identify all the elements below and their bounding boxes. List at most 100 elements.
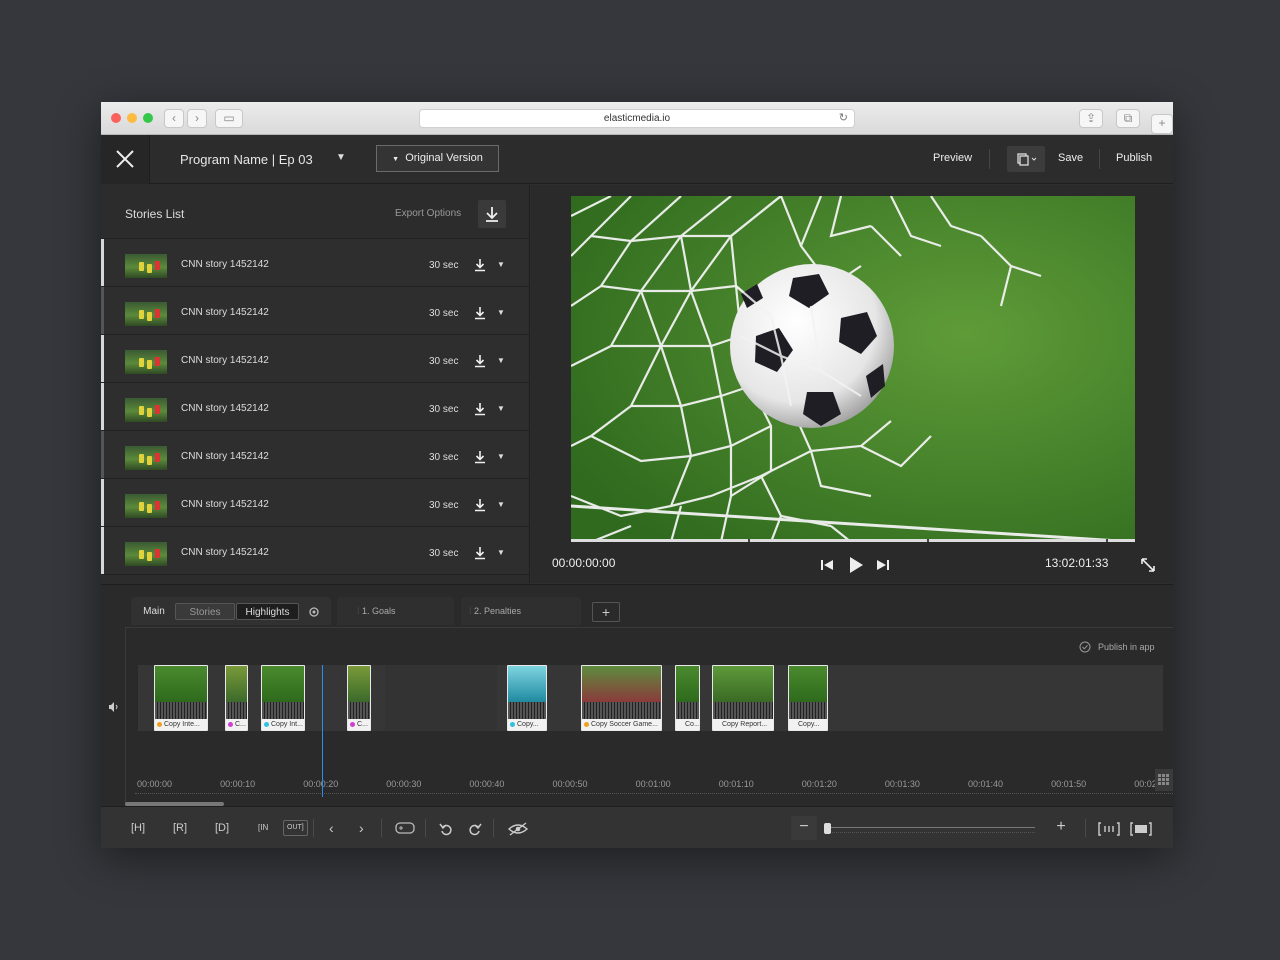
timeline-clip[interactable]: C... (225, 665, 248, 731)
skip-previous-icon[interactable] (820, 558, 834, 572)
publish-in-app-toggle[interactable]: Publish in app (1098, 642, 1155, 652)
close-window-button[interactable] (111, 113, 121, 123)
hotkey-h-button[interactable]: [H] (131, 817, 145, 839)
copy-icon (1017, 153, 1037, 166)
chevron-left-icon[interactable]: ‹ (329, 817, 334, 839)
tab-main[interactable]: Main (139, 603, 169, 620)
settings-icon[interactable] (307, 605, 321, 619)
volume-icon[interactable] (108, 701, 120, 713)
new-tab-icon[interactable]: + (1151, 114, 1173, 134)
back-icon[interactable]: ‹ (164, 109, 184, 128)
story-selection-bar (101, 239, 104, 286)
version-dropdown[interactable]: ▼ Original Version (376, 145, 499, 172)
clip-color-dot (584, 722, 589, 727)
timeline-clip[interactable]: Copy Report... (712, 665, 774, 731)
grid-view-icon[interactable] (1155, 769, 1173, 791)
download-icon[interactable] (473, 546, 487, 560)
undo-icon[interactable] (439, 822, 453, 836)
hotkey-d-button[interactable]: [D] (215, 817, 229, 839)
segment-highlights[interactable]: Highlights (236, 603, 299, 620)
share-icon[interactable]: ⇪ (1079, 109, 1103, 128)
zoom-out-button[interactable]: − (791, 816, 817, 840)
download-icon[interactable] (473, 258, 487, 272)
chevron-down-icon[interactable]: ▼ (336, 152, 346, 163)
story-row[interactable]: CNN story 1452142 30 sec ▼ (101, 335, 529, 383)
timeline-clip[interactable]: Copy Int... (261, 665, 305, 731)
preview-button[interactable]: Preview (933, 152, 972, 164)
address-bar[interactable]: elasticmedia.io ↻ (419, 109, 855, 128)
gamepad-icon[interactable] (395, 821, 415, 835)
story-row[interactable]: CNN story 1452142 30 sec ▼ (101, 239, 529, 287)
tab-goals-label: 1. Goals (362, 606, 396, 616)
story-thumbnail (125, 350, 167, 374)
play-icon[interactable] (847, 556, 865, 574)
reload-icon[interactable]: ↻ (839, 110, 848, 127)
minimize-window-button[interactable] (127, 113, 137, 123)
forward-icon[interactable]: › (187, 109, 207, 128)
story-row[interactable]: CNN story 1452142 30 sec ▼ (101, 383, 529, 431)
timeline-clip[interactable]: Copy... (507, 665, 547, 731)
fullscreen-icon[interactable] (1140, 557, 1156, 573)
zoom-window-button[interactable] (143, 113, 153, 123)
skip-next-icon[interactable] (876, 558, 890, 572)
chevron-down-icon[interactable]: ▼ (497, 404, 505, 413)
clip-label-text: C... (357, 721, 368, 728)
playhead[interactable] (322, 665, 323, 797)
zoom-in-button[interactable]: + (1048, 816, 1074, 840)
hotkey-r-button[interactable]: [R] (173, 817, 187, 839)
download-icon[interactable] (473, 402, 487, 416)
publish-button[interactable]: Publish (1116, 152, 1152, 164)
download-icon[interactable] (473, 354, 487, 368)
chevron-down-icon[interactable]: ▼ (497, 452, 505, 461)
sidebar-toggle-icon[interactable]: ▭ (215, 109, 243, 128)
video-frame[interactable] (571, 196, 1135, 542)
fit-timeline-icon[interactable] (1098, 822, 1120, 836)
timeline-clip[interactable]: Co... (675, 665, 700, 731)
chevron-down-icon[interactable]: ▼ (497, 308, 505, 317)
timeline-clip[interactable]: Copy Soccer Game... (581, 665, 662, 731)
close-editor-button[interactable] (101, 135, 150, 184)
story-row[interactable]: CNN story 1452142 30 sec ▼ (101, 287, 529, 335)
add-tab-button[interactable]: + (592, 602, 620, 622)
export-options-link[interactable]: Export Options (395, 208, 461, 219)
story-row[interactable]: CNN story 1452142 30 sec ▼ (101, 431, 529, 479)
mark-out-button[interactable]: OUT] (283, 820, 308, 836)
timeline-clip[interactable]: Copy Inte... (154, 665, 208, 731)
timeline-clip[interactable]: C... (347, 665, 371, 731)
tabs-icon[interactable]: ⧉ (1116, 109, 1140, 128)
save-button[interactable]: Save (1058, 152, 1083, 164)
story-duration: 30 sec (429, 452, 459, 463)
download-icon[interactable] (473, 450, 487, 464)
hide-icon[interactable] (507, 822, 529, 836)
redo-icon[interactable] (468, 822, 482, 836)
copy-menu-button[interactable] (1007, 146, 1045, 172)
story-duration: 30 sec (429, 260, 459, 271)
expand-timeline-icon[interactable] (1130, 822, 1152, 836)
tab-goals[interactable]: ⁞ 1. Goals (337, 597, 454, 625)
clip-label: C... (348, 719, 370, 730)
tab-penalties[interactable]: ⁞ 2. Penalties (461, 597, 581, 625)
export-download-button[interactable] (478, 200, 506, 228)
chevron-down-icon[interactable]: ▼ (497, 260, 505, 269)
time-ruler[interactable] (135, 793, 1173, 799)
timeline-clip[interactable]: Copy... (788, 665, 828, 731)
ruler-tick-label: 00:00:00 (137, 779, 173, 789)
story-row[interactable]: CNN story 1452142 30 sec ▼ (101, 527, 529, 575)
drag-handle-icon: ⁞ (469, 606, 472, 616)
browser-window: ‹ › ▭ elasticmedia.io ↻ ⇪ ⧉ + Program Na… (101, 102, 1173, 848)
check-circle-icon[interactable] (1079, 641, 1091, 653)
clip-label-text: Copy... (517, 721, 539, 728)
segment-stories[interactable]: Stories (175, 603, 235, 620)
download-icon[interactable] (473, 306, 487, 320)
chevron-down-icon[interactable]: ▼ (497, 500, 505, 509)
zoom-slider-track[interactable] (827, 827, 1035, 833)
download-icon[interactable] (473, 498, 487, 512)
chevron-down-icon[interactable]: ▼ (497, 356, 505, 365)
chevron-right-icon[interactable]: › (359, 817, 364, 839)
mark-in-button[interactable]: [IN (258, 817, 268, 839)
story-row[interactable]: CNN story 1452142 30 sec ▼ (101, 479, 529, 527)
program-name[interactable]: Program Name | Ep 03 (180, 152, 313, 167)
chevron-down-icon[interactable]: ▼ (497, 548, 505, 557)
zoom-slider-handle[interactable] (824, 823, 831, 834)
video-preview-panel: 00:00:00:00 13:02:01:33 (531, 185, 1173, 583)
